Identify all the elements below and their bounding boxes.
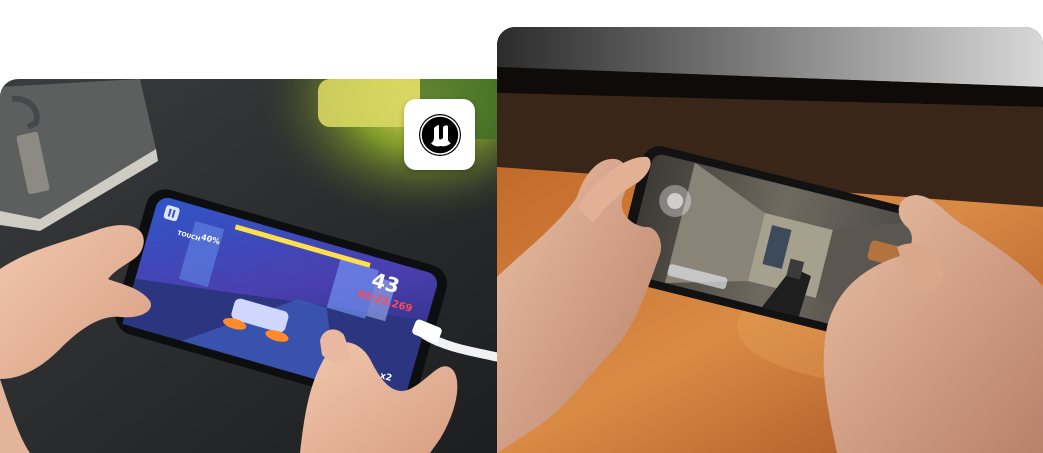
unreal-engine-logo-icon: [418, 113, 461, 156]
shooter-game-photo: [497, 27, 1043, 453]
image-stage: 43 00:22.269 40% TOUCH x2: [0, 0, 1043, 453]
unreal-engine-badge: [404, 99, 475, 170]
shooter-game-photo-art: [497, 27, 1043, 453]
